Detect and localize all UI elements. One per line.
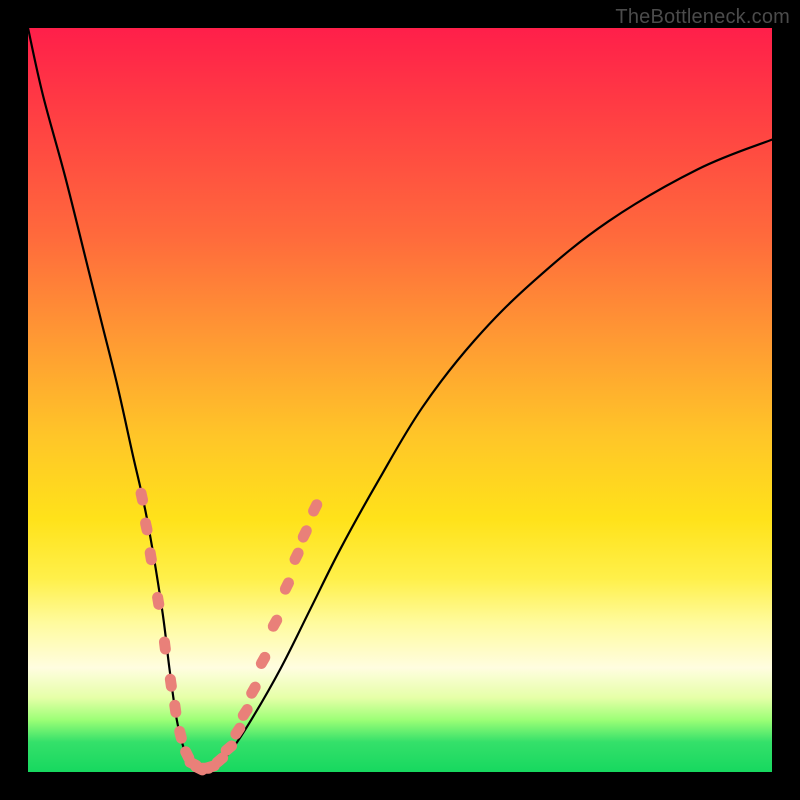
highlighted-point xyxy=(288,546,305,566)
highlighted-point xyxy=(152,592,165,610)
highlighted-point xyxy=(245,680,262,700)
highlighted-point xyxy=(307,498,324,518)
highlighted-point xyxy=(279,576,296,596)
highlighted-point xyxy=(144,547,157,565)
highlighted-point xyxy=(296,524,313,544)
curve-layer xyxy=(28,28,772,772)
bottleneck-curve xyxy=(28,28,772,769)
highlighted-point xyxy=(140,517,153,536)
highlighted-point xyxy=(229,721,247,741)
plot-area xyxy=(28,28,772,772)
highlighted-point xyxy=(169,700,181,718)
highlighted-point xyxy=(255,651,272,671)
highlighted-point xyxy=(165,674,177,692)
highlighted-points-group xyxy=(135,487,323,776)
watermark-text: TheBottleneck.com xyxy=(615,6,790,29)
highlighted-point xyxy=(266,613,283,633)
highlighted-point xyxy=(174,725,188,744)
highlighted-point xyxy=(135,487,148,506)
chart-frame: TheBottleneck.com xyxy=(0,0,800,800)
highlighted-point xyxy=(159,636,171,654)
